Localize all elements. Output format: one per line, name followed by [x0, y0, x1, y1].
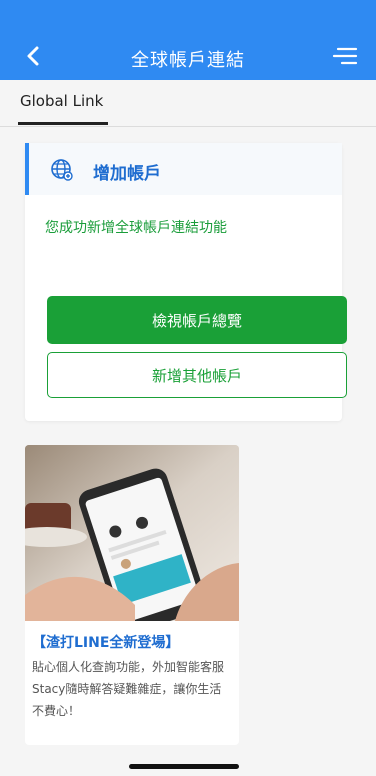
tab-bar: Global Link	[0, 80, 376, 127]
promo-image	[25, 445, 239, 621]
card-title: 增加帳戶	[93, 164, 161, 184]
top-app-bar: 全球帳戶連結	[0, 0, 376, 80]
home-indicator	[129, 764, 239, 769]
active-tab-indicator	[18, 122, 108, 125]
add-other-account-button[interactable]: 新增其他帳戶	[47, 352, 347, 398]
add-account-card: 增加帳戶 您成功新增全球帳戶連結功能 檢視帳戶總覽 新增其他帳戶	[25, 143, 347, 421]
promo-description: 貼心個人化查詢功能，外加智能客服Stacy隨時解答疑難雜症，讓你生活不費心！	[32, 660, 225, 718]
page-title: 全球帳戶連結	[131, 50, 245, 71]
promo-title: 【渣打LINE全新登場】	[32, 635, 180, 651]
success-message: 您成功新增全球帳戶連結功能	[45, 220, 227, 236]
menu-icon[interactable]	[332, 44, 358, 68]
globe-icon	[51, 159, 73, 181]
promo-card[interactable]: 【渣打LINE全新登場】 貼心個人化查詢功能，外加智能客服Stacy隨時解答疑難…	[25, 445, 239, 745]
tab-global-link[interactable]: Global Link	[20, 92, 103, 110]
card-header: 增加帳戶	[25, 143, 342, 195]
view-account-overview-button[interactable]: 檢視帳戶總覽	[47, 296, 347, 344]
